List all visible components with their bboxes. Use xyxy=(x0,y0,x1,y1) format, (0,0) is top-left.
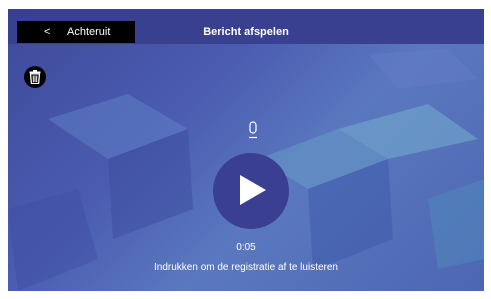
microphone-icon xyxy=(249,121,257,139)
trash-icon xyxy=(29,70,41,84)
header-bar: < Achteruit Bericht afspelen xyxy=(8,9,484,44)
play-icon xyxy=(240,175,266,205)
play-button[interactable] xyxy=(213,153,289,229)
delete-button[interactable] xyxy=(24,66,46,88)
page-title: Bericht afspelen xyxy=(203,26,289,38)
playback-hint: Indrukken om de registratie af te luiste… xyxy=(154,262,338,273)
message-playback-screen: < Achteruit Bericht afspelen 0:05 Indruk… xyxy=(8,9,484,291)
playback-time: 0:05 xyxy=(236,242,256,253)
